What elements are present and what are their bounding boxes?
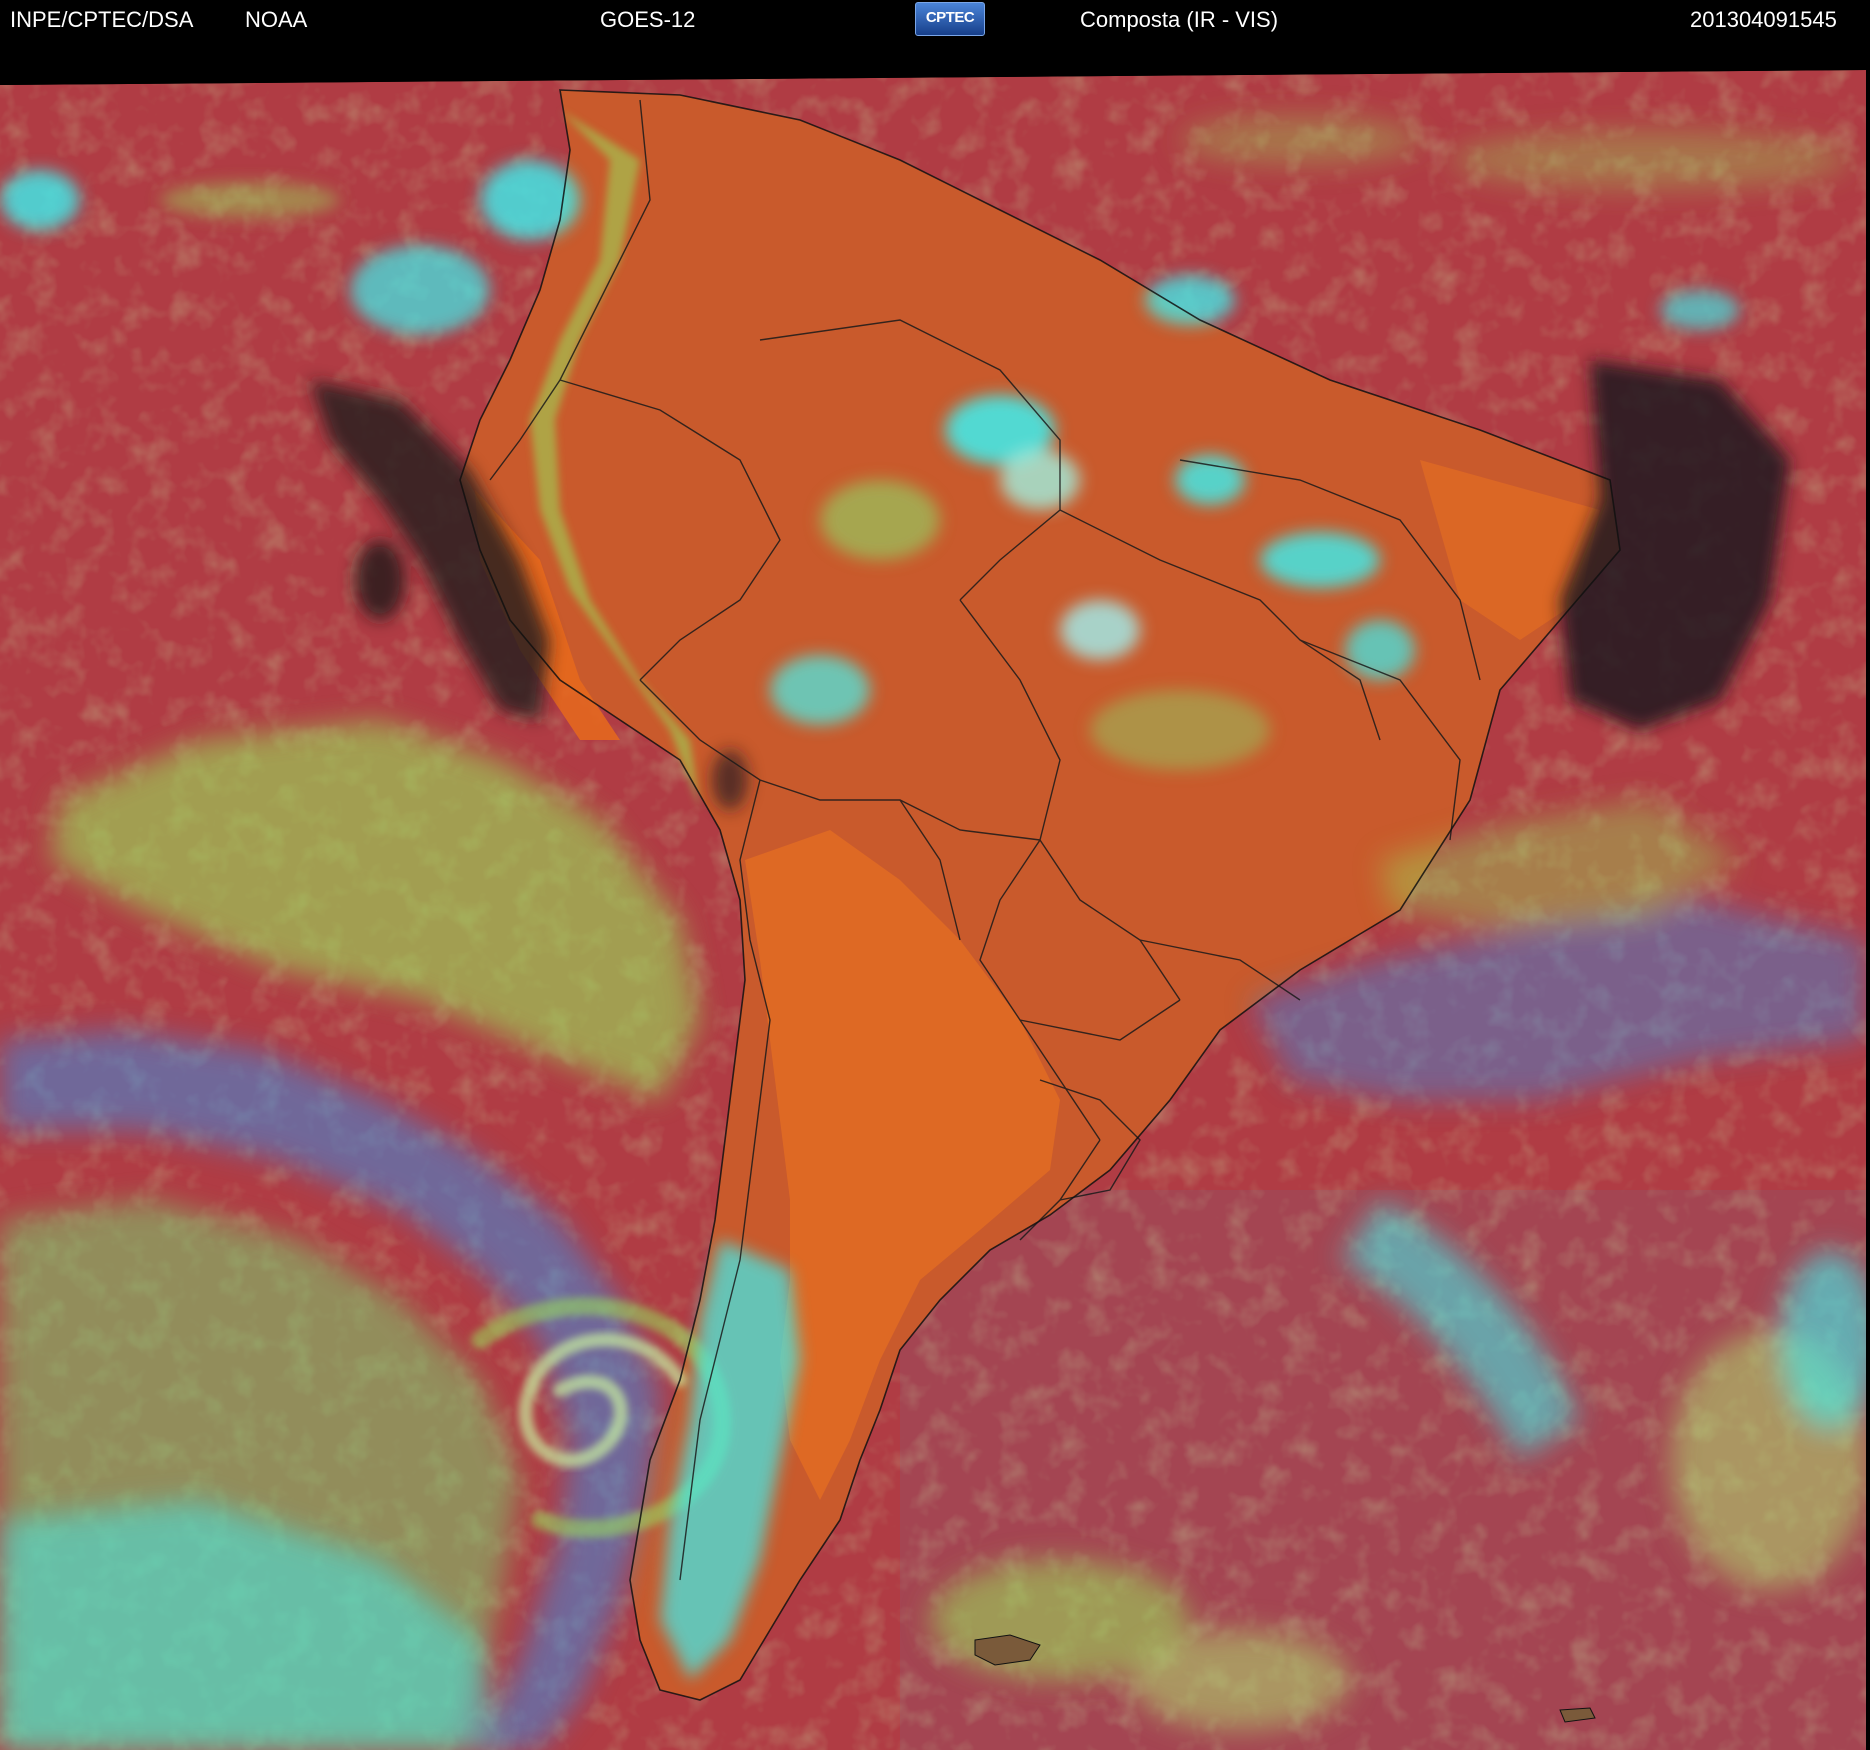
agency-label: NOAA xyxy=(245,7,308,32)
logo-text: CPTEC xyxy=(925,9,975,26)
cptec-logo: CPTEC xyxy=(915,2,985,36)
image-frame xyxy=(0,70,1866,1750)
source-label: INPE/CPTEC/DSA xyxy=(10,7,194,32)
timestamp-label: 201304091545 xyxy=(1690,7,1837,32)
header-bar: INPE/CPTEC/DSA NOAA GOES-12 CPTEC Compos… xyxy=(0,0,1870,40)
satellite-label: GOES-12 xyxy=(600,7,696,32)
product-label: Composta (IR - VIS) xyxy=(1080,7,1279,32)
satellite-composite xyxy=(0,40,1870,1750)
satellite-image xyxy=(0,40,1870,1750)
